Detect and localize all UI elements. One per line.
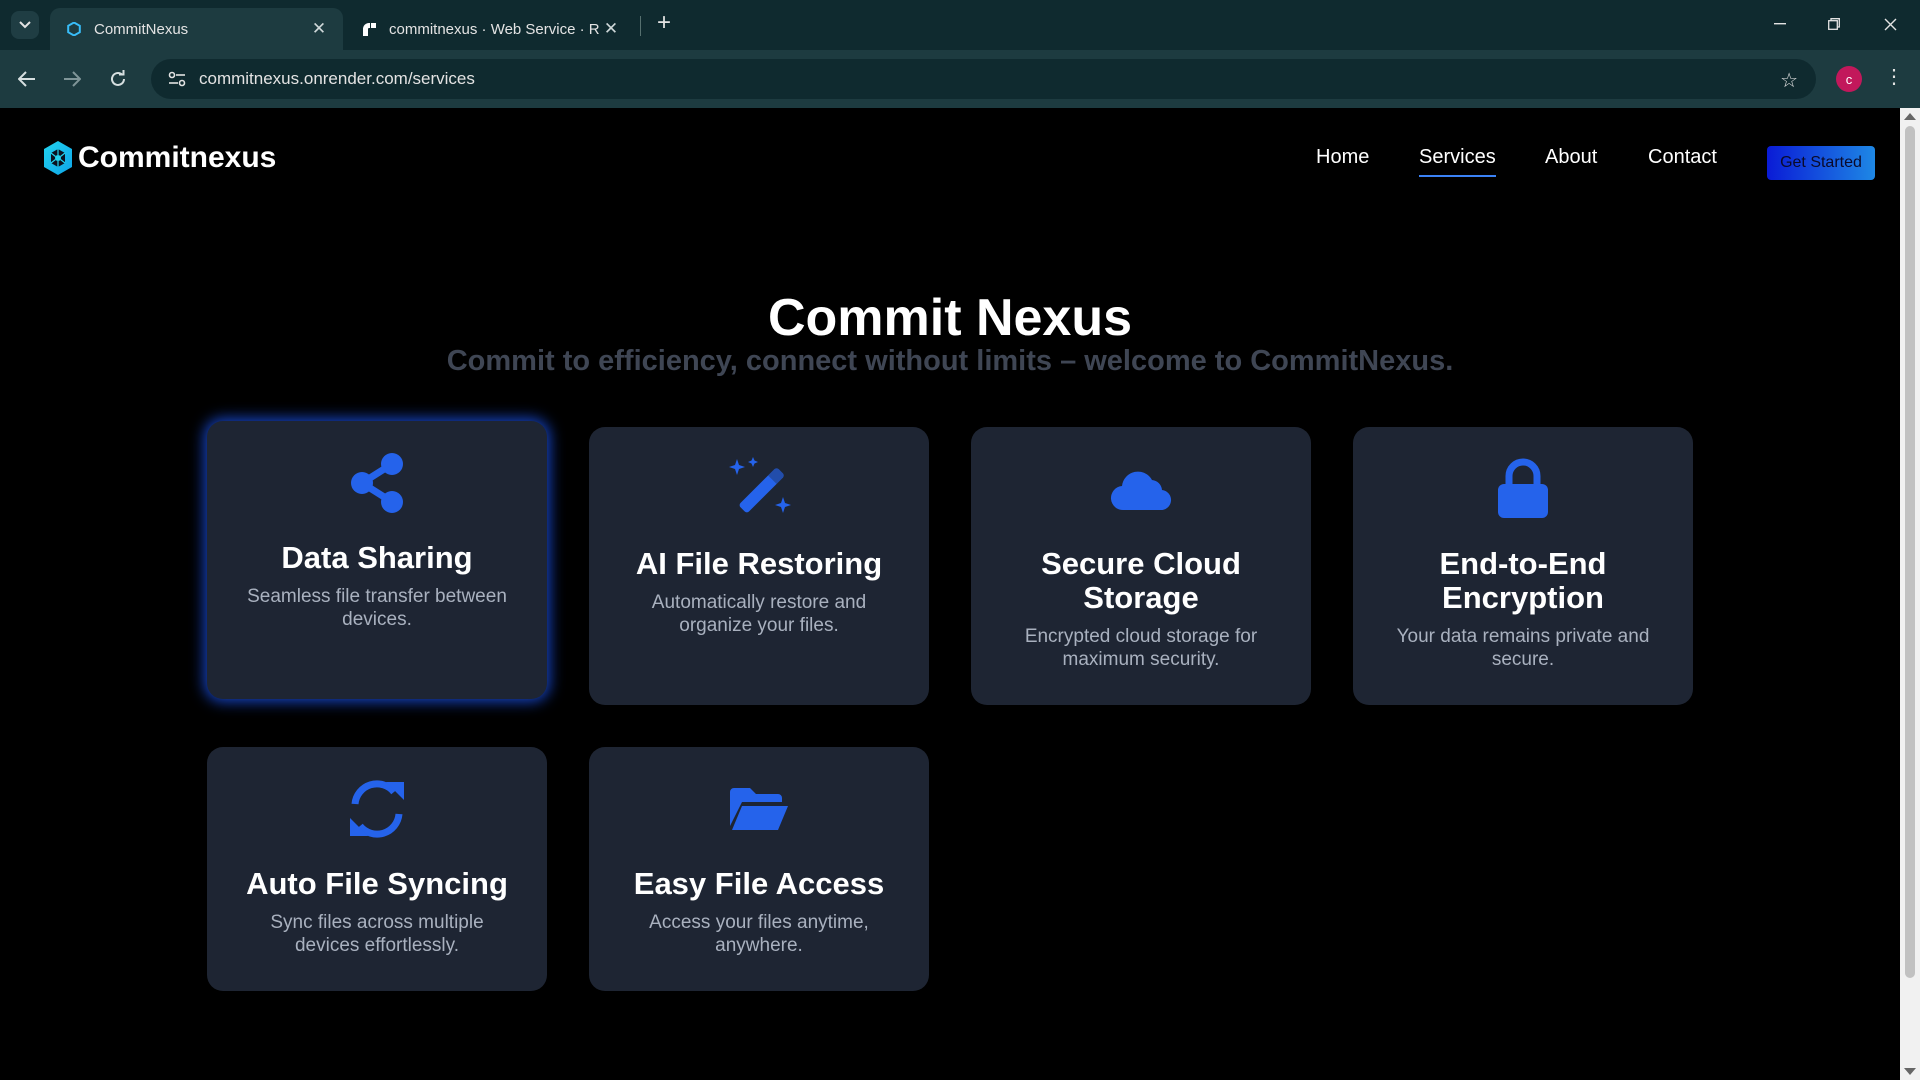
card-description: Automatically restore and organize your …: [651, 592, 867, 636]
forward-arrow-icon[interactable]: [57, 64, 87, 94]
bookmark-star-icon[interactable]: ☆: [1780, 68, 1798, 93]
hexagon-favicon-icon: [66, 21, 82, 37]
nav-contact[interactable]: Contact: [1648, 146, 1717, 169]
service-card-auto-file-syncing[interactable]: Auto File Syncing Sync files across mult…: [207, 747, 547, 991]
browser-toolbar: commitnexus.onrender.com/services ☆ c ⋮: [0, 50, 1920, 108]
new-tab-button[interactable]: +: [650, 10, 678, 38]
tab-title: CommitNexus: [94, 20, 189, 38]
page-viewport: Commitnexus Home Services About Contact …: [0, 108, 1900, 1080]
minimize-icon[interactable]: [1752, 0, 1808, 48]
tab-title: commitnexus · Web Service · R: [389, 20, 600, 38]
site-header: Commitnexus Home Services About Contact …: [0, 108, 1900, 214]
restore-icon[interactable]: [1806, 0, 1862, 48]
page-scrollbar[interactable]: [1900, 108, 1920, 1080]
card-title: AI File Restoring: [635, 546, 883, 581]
url-text[interactable]: commitnexus.onrender.com/services: [199, 69, 475, 89]
service-card-data-sharing[interactable]: Data Sharing Seamless file transfer betw…: [207, 421, 547, 699]
card-description: Encrypted cloud storage for maximum secu…: [1024, 626, 1258, 670]
folder-open-icon: [589, 773, 929, 845]
service-card-easy-file-access[interactable]: Easy File Access Access your files anyti…: [589, 747, 929, 991]
site-logo[interactable]: Commitnexus: [42, 140, 276, 176]
close-tab-icon[interactable]: ✕: [601, 19, 621, 39]
nav-home[interactable]: Home: [1316, 146, 1369, 169]
cloud-icon: [971, 453, 1311, 525]
browser-menu-icon[interactable]: ⋮: [1884, 64, 1904, 89]
card-description: Sync files across multiple devices effor…: [270, 912, 484, 956]
logo-text: Commitnexus: [78, 141, 277, 174]
card-title: Data Sharing: [281, 540, 473, 575]
card-title: Secure Cloud Storage: [1041, 546, 1241, 615]
lock-icon: [1353, 453, 1693, 525]
address-bar[interactable]: commitnexus.onrender.com/services ☆: [151, 59, 1816, 99]
scroll-up-arrow-icon[interactable]: [1904, 113, 1916, 120]
render-favicon-icon: [361, 21, 377, 37]
browser-tab-strip: CommitNexus ✕ commitnexus · Web Service …: [0, 0, 1920, 50]
card-title: Auto File Syncing: [246, 866, 508, 901]
nav-about[interactable]: About: [1545, 146, 1597, 169]
site-info-icon[interactable]: [159, 71, 195, 87]
card-title: End-to-End Encryption: [1439, 546, 1607, 615]
close-tab-icon[interactable]: ✕: [309, 19, 329, 39]
service-card-secure-cloud-storage[interactable]: Secure Cloud Storage Encrypted cloud sto…: [971, 427, 1311, 705]
chevron-down-icon: [19, 21, 31, 29]
get-started-button[interactable]: Get Started: [1767, 146, 1875, 180]
page-title: Commit Nexus: [767, 289, 1133, 347]
page-subtitle: Commit to efficiency, connect without li…: [446, 345, 1454, 377]
scrollbar-thumb[interactable]: [1905, 126, 1915, 978]
card-title: Easy File Access: [633, 866, 885, 901]
service-card-ai-file-restoring[interactable]: AI File Restoring Automatically restore …: [589, 427, 929, 705]
tab-render-service[interactable]: commitnexus · Web Service · R ✕: [345, 8, 635, 50]
share-icon: [207, 447, 547, 519]
scroll-down-arrow-icon[interactable]: [1904, 1068, 1916, 1075]
card-description: Seamless file transfer between devices.: [247, 586, 507, 630]
hexagon-logo-icon: [44, 141, 72, 175]
magic-wand-icon: [589, 453, 929, 525]
close-window-icon[interactable]: [1862, 0, 1918, 48]
card-description: Your data remains private and secure.: [1396, 626, 1650, 670]
reload-icon[interactable]: [103, 64, 133, 94]
tab-search-button[interactable]: [11, 11, 39, 39]
back-arrow-icon[interactable]: [12, 64, 42, 94]
profile-avatar[interactable]: c: [1836, 66, 1862, 92]
tab-commitnexus[interactable]: CommitNexus ✕: [50, 8, 343, 50]
service-card-end-to-end-encryption[interactable]: End-to-End Encryption Your data remains …: [1353, 427, 1693, 705]
card-description: Access your files anytime, anywhere.: [649, 912, 869, 956]
nav-services[interactable]: Services: [1419, 146, 1496, 177]
tab-separator: [640, 16, 641, 36]
sync-icon: [207, 773, 547, 845]
